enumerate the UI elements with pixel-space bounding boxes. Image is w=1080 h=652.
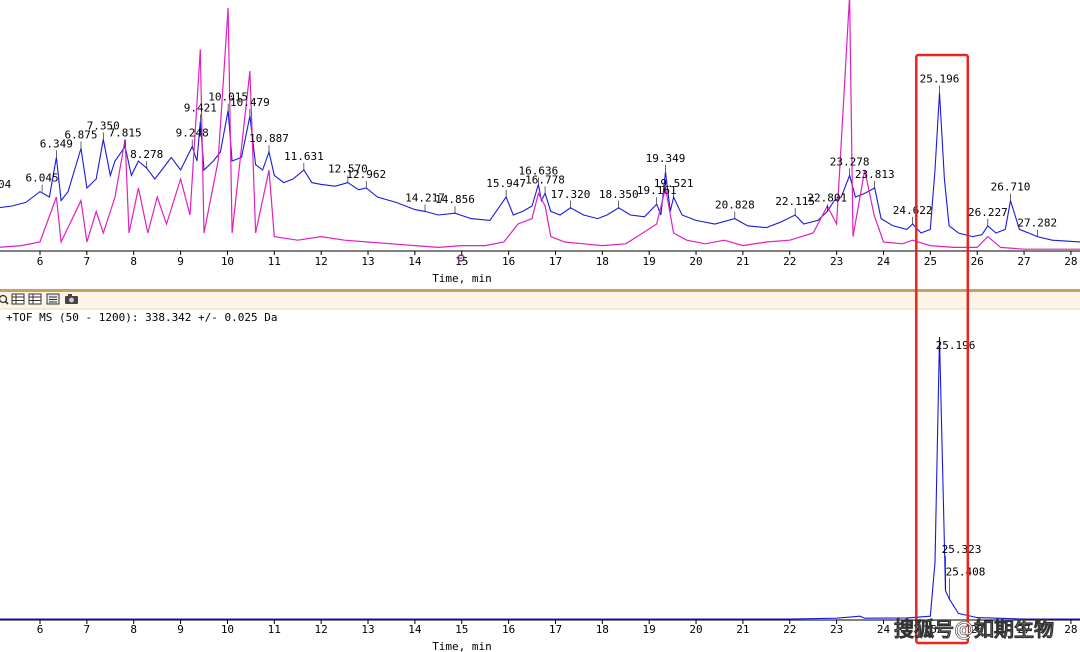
x-axis-label: Time, min xyxy=(432,272,492,285)
cursor-marker: ⚙ xyxy=(457,251,465,266)
peak-label: 6.045 xyxy=(26,172,59,185)
xic-chromatogram-panel: +TOF MS (50 - 1200): 338.342 +/- 0.025 D… xyxy=(0,311,1080,652)
x-tick-label: 22 xyxy=(783,623,796,636)
x-tick-label: 28 xyxy=(1064,623,1077,636)
xic-title: +TOF MS (50 - 1200): 338.342 +/- 0.025 D… xyxy=(6,311,278,324)
peak-label: 16.778 xyxy=(525,173,565,186)
x-tick-label: 20 xyxy=(689,255,702,268)
x-tick-label: 23 xyxy=(830,623,843,636)
peak-label: 9.248 xyxy=(176,127,209,140)
x-tick-label: 25 xyxy=(924,255,937,268)
x-tick-label: 22 xyxy=(783,255,796,268)
tic-chromatogram-panel: 6.0456.3496.8757.3507.8158.2789.2489.421… xyxy=(0,0,1080,285)
x-tick-label: 8 xyxy=(130,623,137,636)
toolbar-strip xyxy=(0,292,1080,309)
peak-label: 22.801 xyxy=(807,191,847,204)
peak-label: 23.813 xyxy=(855,168,895,181)
x-tick-label: 14 xyxy=(408,255,422,268)
peak-label: 27.282 xyxy=(1017,217,1057,230)
x-tick-label: 13 xyxy=(361,623,374,636)
x-tick-label: 12 xyxy=(315,623,328,636)
peak-label: 24.622 xyxy=(893,204,933,217)
x-tick-label: 24 xyxy=(877,255,891,268)
x-tick-label: 19 xyxy=(643,623,656,636)
x-tick-label: 12 xyxy=(315,255,328,268)
x-tick-label: 17 xyxy=(549,255,562,268)
x-tick-label: 27 xyxy=(1017,255,1030,268)
watermark: 搜狐号@如期生物 xyxy=(894,617,1054,641)
x-tick-label: 23 xyxy=(830,255,843,268)
x-tick-label: 10 xyxy=(221,255,234,268)
x-tick-label: 17 xyxy=(549,623,562,636)
panel-divider[interactable] xyxy=(0,289,1080,292)
table-icon[interactable] xyxy=(11,293,25,305)
chromatogram-view: 6.0456.3496.8757.3507.8158.2789.2489.421… xyxy=(0,0,1080,652)
x-tick-label: 11 xyxy=(268,623,281,636)
peak-label: 26.710 xyxy=(991,181,1031,194)
x-tick-label: 6 xyxy=(37,623,44,636)
x-axis-label: Time, min xyxy=(432,640,492,652)
peak-label: 20.828 xyxy=(715,199,755,212)
x-tick-label: 16 xyxy=(502,623,515,636)
peak-label: 8.278 xyxy=(130,148,163,161)
peak-label: 17.320 xyxy=(551,188,591,201)
list-icon[interactable] xyxy=(46,293,60,305)
peak-label: 10.887 xyxy=(249,132,289,145)
peak-label: 23.278 xyxy=(830,155,870,168)
x-tick-label: 10 xyxy=(221,623,234,636)
peak-label: 18.350 xyxy=(599,188,639,201)
x-tick-label: 14 xyxy=(408,623,422,636)
x-tick-label: 16 xyxy=(502,255,515,268)
peak-label: 14.856 xyxy=(435,193,475,206)
peak-label: 19.521 xyxy=(654,177,694,190)
peak-label: 26.227 xyxy=(968,206,1008,219)
x-tick-label: 11 xyxy=(268,255,281,268)
peak-label: 11.631 xyxy=(284,150,324,163)
peak-label: 25.196 xyxy=(936,339,976,352)
peak-label: 10.479 xyxy=(230,96,270,109)
peak-label: 25.408 xyxy=(946,565,986,578)
x-tick-label: 26 xyxy=(971,255,984,268)
table-icon[interactable] xyxy=(28,293,42,305)
peak-label: 25.196 xyxy=(920,73,960,86)
x-tick-label: 19 xyxy=(643,255,656,268)
x-tick-label: 7 xyxy=(84,623,91,636)
peak-label: 12.962 xyxy=(346,168,386,181)
x-tick-label: 18 xyxy=(596,623,609,636)
x-tick-label: 9 xyxy=(177,623,184,636)
x-tick-label: 9 xyxy=(177,255,184,268)
peak-label: 25.323 xyxy=(942,543,982,556)
peak-label: 15.947 xyxy=(486,177,526,190)
x-tick-label: 21 xyxy=(736,255,749,268)
x-tick-label: 6 xyxy=(37,255,44,268)
x-tick-label: 28 xyxy=(1064,255,1077,268)
x-tick-label: 24 xyxy=(877,623,891,636)
tic-trace xyxy=(0,336,1080,620)
x-tick-label: 20 xyxy=(689,623,702,636)
x-tick-label: 13 xyxy=(361,255,374,268)
x-tick-label: 18 xyxy=(596,255,609,268)
x-tick-label: 7 xyxy=(84,255,91,268)
peak-label: 19.349 xyxy=(646,152,686,165)
x-tick-label: 15 xyxy=(455,623,468,636)
x-tick-label: 21 xyxy=(736,623,749,636)
peak-label: 7.815 xyxy=(108,127,141,140)
peak-label: 04 xyxy=(0,178,12,191)
x-tick-label: 8 xyxy=(130,255,137,268)
